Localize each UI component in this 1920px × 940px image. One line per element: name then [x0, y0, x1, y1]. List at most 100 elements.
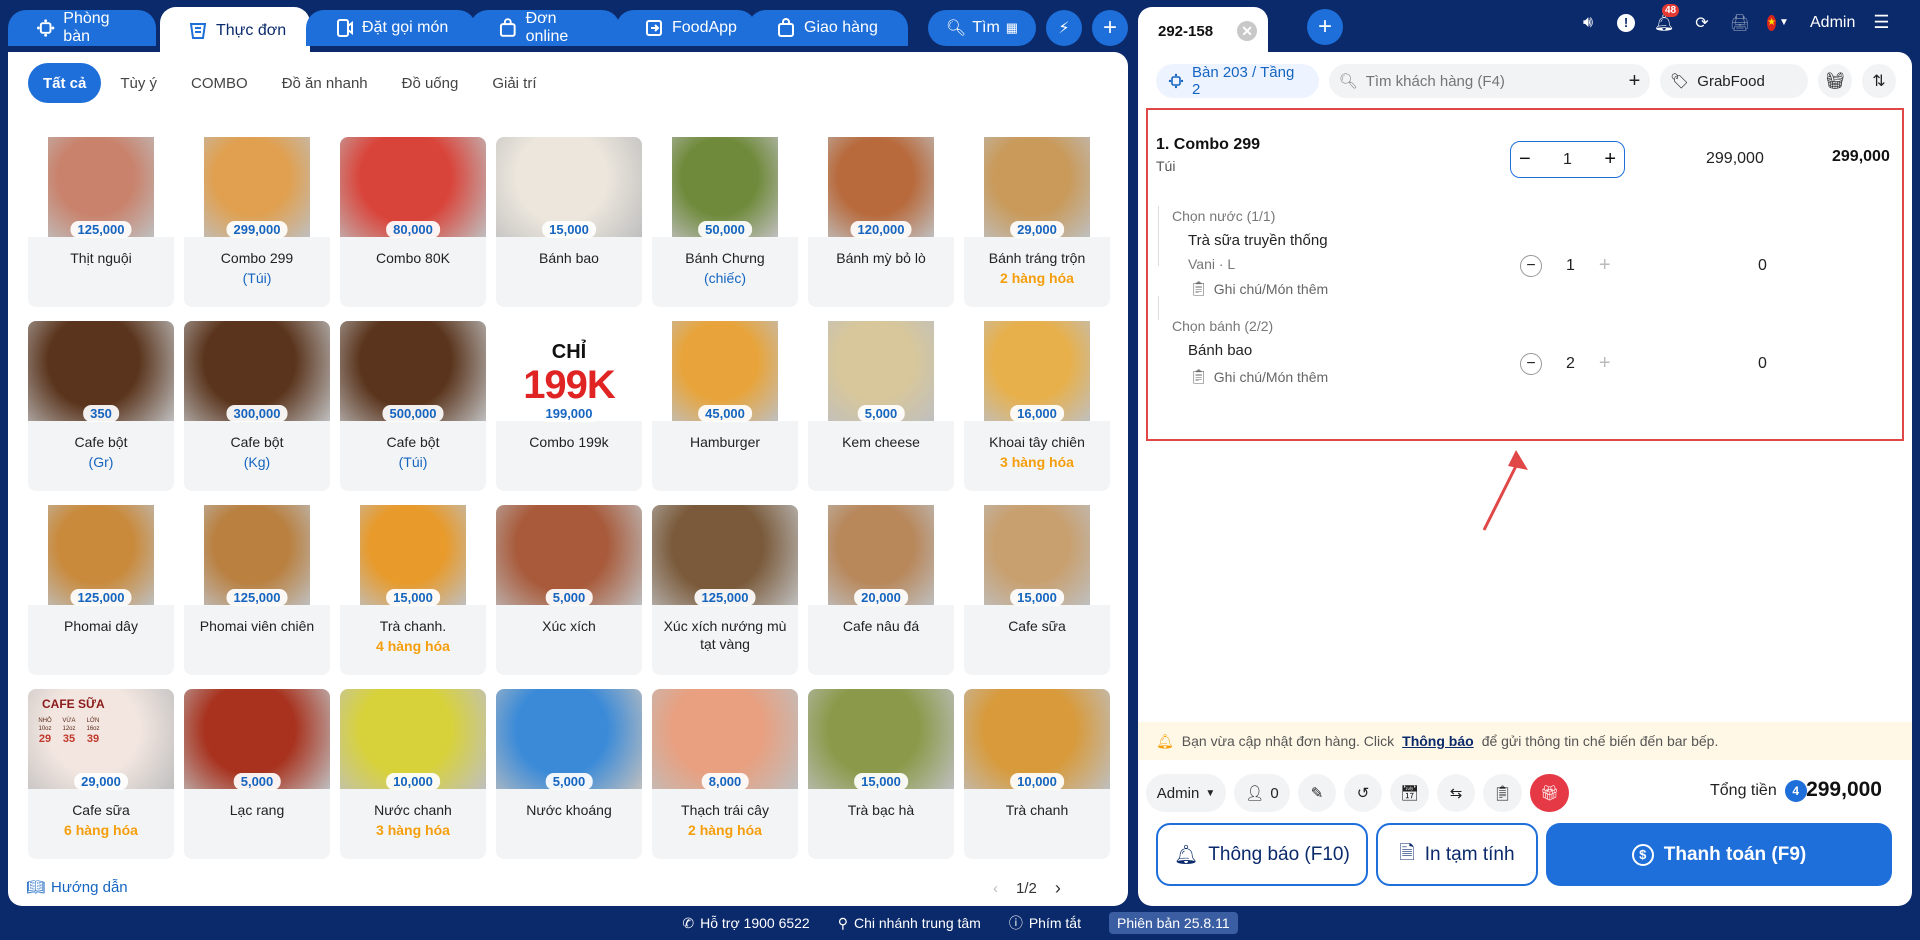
option-quantity[interactable]: 2 [1566, 355, 1575, 373]
add-customer-icon[interactable]: + [1629, 70, 1641, 93]
staff-selector[interactable]: Admin ▼ [1146, 774, 1226, 812]
sync-icon[interactable]: ⟳ [1692, 13, 1712, 33]
category-do-uong[interactable]: Đồ uống [387, 63, 474, 103]
option-quantity[interactable]: 1 [1566, 257, 1575, 275]
product-card[interactable]: 29,000 Bánh tráng trộn 2 hàng hóa [964, 137, 1110, 307]
guest-count-button[interactable]: 👤︎ 0 [1234, 774, 1290, 812]
plus-icon[interactable]: + [1604, 148, 1616, 171]
quick-sale-button[interactable]: ⚡︎ [1046, 10, 1082, 46]
plus-icon[interactable]: + [1599, 352, 1611, 375]
product-card[interactable]: 16,000 Khoai tây chiên 3 hàng hóa [964, 321, 1110, 491]
minus-icon[interactable]: − [1519, 148, 1531, 171]
clipboard-icon: 📋︎ [1493, 785, 1513, 802]
guide-link[interactable]: 📖︎ Hướng dẫn [26, 878, 128, 897]
tab-don-online[interactable]: Đơn online [470, 10, 620, 46]
product-card[interactable]: 80,000 Combo 80K [340, 137, 486, 307]
order-line-unit[interactable]: Túi [1156, 158, 1175, 174]
tab-label: Phòng bàn [63, 10, 110, 45]
product-card[interactable]: CAFE SỮA NHỎ 10oz 29 VỪA 12oz 35 LỚN 16oz 39 29,00… [28, 689, 174, 859]
notice-link[interactable]: Thông báo [1402, 733, 1474, 749]
product-card[interactable]: 20,000 Cafe nâu đá [808, 505, 954, 675]
line-unit-price[interactable]: 299,000 [1706, 150, 1764, 168]
calendar-button[interactable]: 📅︎ [1390, 774, 1430, 812]
flag-vietnam-icon[interactable]: ★ ▼ [1767, 13, 1789, 33]
tab-foodapp[interactable]: FoodApp [616, 10, 756, 46]
product-card[interactable]: 5,000 Kem cheese [808, 321, 954, 491]
basket-button[interactable]: 🧺︎ [1818, 64, 1853, 98]
sort-button[interactable]: ⇅ [1862, 64, 1896, 98]
order-line-name[interactable]: 1. Combo 299 [1156, 136, 1260, 154]
minus-icon[interactable]: − [1520, 352, 1542, 375]
print-bill-button[interactable]: 🗎︎ In tạm tính [1376, 823, 1538, 886]
hamburger-menu-icon[interactable]: ☰ [1873, 12, 1889, 33]
next-page-icon[interactable]: › [1055, 878, 1061, 899]
split-icon: ⇆ [1449, 785, 1463, 802]
user-name[interactable]: Admin [1810, 14, 1855, 32]
product-card[interactable]: 125,000 Phomai dây [28, 505, 174, 675]
clipboard-button[interactable]: 📋︎ [1483, 774, 1523, 812]
tab-thuc-don[interactable]: Thực đơn [160, 7, 310, 55]
pay-button[interactable]: $ Thanh toán (F9) [1546, 823, 1892, 886]
product-card[interactable]: 15,000 Bánh bao [496, 137, 642, 307]
quantity-value[interactable]: 1 [1563, 151, 1572, 169]
option-amount: 0 [1758, 355, 1767, 372]
category-tuy-y[interactable]: Tùy ý [105, 63, 172, 103]
product-card[interactable]: 120,000 Bánh mỳ bỏ lò [808, 137, 954, 307]
product-card[interactable]: CHỈ 199K 199,000 Combo 199k [496, 321, 642, 491]
prev-page-icon[interactable]: ‹ [993, 880, 998, 897]
add-button[interactable]: + [1092, 10, 1128, 46]
product-card[interactable]: 5,000 Lạc rang [184, 689, 330, 859]
tab-phong-ban[interactable]: Phòng bàn [8, 10, 156, 46]
product-card[interactable]: 45,000 Hamburger [652, 321, 798, 491]
product-card[interactable]: 10,000 Nước chanh 3 hàng hóa [340, 689, 486, 859]
product-card[interactable]: 5,000 Nước khoáng [496, 689, 642, 859]
guest-icon: 👤︎ [1245, 785, 1265, 802]
volume-icon[interactable]: 🔊︎ [1578, 13, 1598, 33]
product-card[interactable]: 350 Cafe bột (Gr) [28, 321, 174, 491]
support-link[interactable]: ✆ Hỗ trợ 1900 6522 [682, 915, 809, 932]
edit-button[interactable]: ✎ [1298, 774, 1336, 812]
table-selector[interactable]: Bàn 203 / Tầng 2 [1156, 64, 1319, 98]
product-card[interactable]: 125,000 Phomai viên chiên [184, 505, 330, 675]
order-tab[interactable]: 292-158 ✕ [1138, 7, 1268, 55]
product-card[interactable]: 50,000 Bánh Chưng (chiếc) [652, 137, 798, 307]
category-tat-ca[interactable]: Tất cả [28, 63, 102, 103]
minus-icon[interactable]: − [1520, 254, 1542, 277]
product-price: 125,000 [70, 589, 132, 606]
top-search-button[interactable]: 🔍︎ Tìm ▦ [928, 10, 1036, 46]
split-order-button[interactable]: ⇆ [1437, 774, 1476, 812]
bell-icon[interactable]: 🔔︎ 48 [1654, 3, 1680, 33]
product-card[interactable]: 15,000 Cafe sữa [964, 505, 1110, 675]
customer-search-input[interactable] [1365, 72, 1621, 90]
product-card[interactable]: 500,000 Cafe bột (Túi) [340, 321, 486, 491]
option-note-link[interactable]: 📋︎ Ghi chú/Món thêm [1190, 280, 1328, 297]
category-combo[interactable]: COMBO [176, 63, 263, 103]
tab-dat-goi-mon[interactable]: Đặt gọi món [306, 10, 476, 46]
product-card[interactable]: 15,000 Trà bạc hà [808, 689, 954, 859]
order-source-selector[interactable]: 🏷︎ GrabFood [1660, 64, 1809, 98]
notify-kitchen-button[interactable]: 🔔︎ Thông báo (F10) [1156, 823, 1368, 886]
alert-icon[interactable]: ! [1616, 13, 1636, 33]
option-note-link[interactable]: 📋︎ Ghi chú/Món thêm [1190, 368, 1328, 385]
product-card[interactable]: 15,000 Trà chanh. 4 hàng hóa [340, 505, 486, 675]
product-card[interactable]: 8,000 Thạch trái cây 2 hàng hóa [652, 689, 798, 859]
tab-giao-hang[interactable]: Giao hàng [748, 10, 908, 46]
product-card[interactable]: 299,000 Combo 299 (Túi) [184, 137, 330, 307]
category-giai-tri[interactable]: Giải trí [477, 63, 551, 103]
close-icon[interactable]: ✕ [1237, 21, 1258, 41]
history-button[interactable]: ↺ [1344, 774, 1382, 812]
product-variant-count: 4 hàng hóa [376, 638, 450, 654]
product-card[interactable]: 125,000 Thịt nguội [28, 137, 174, 307]
add-order-button[interactable]: + [1307, 9, 1343, 45]
category-do-an-nhanh[interactable]: Đồ ăn nhanh [267, 63, 383, 103]
promotion-button[interactable]: 🎁︎ [1530, 774, 1570, 812]
branch-link[interactable]: ⚲ Chi nhánh trung tâm [838, 915, 981, 932]
plus-icon[interactable]: + [1599, 254, 1611, 277]
top-tab-bar: Phòng bàn Thực đơn Đặt gọi món Đơn onlin… [0, 0, 1130, 55]
product-card[interactable]: 10,000 Trà chanh [964, 689, 1110, 859]
product-card[interactable]: 300,000 Cafe bột (Kg) [184, 321, 330, 491]
shortcuts-link[interactable]: ⓘ Phím tắt [1009, 913, 1081, 933]
product-card[interactable]: 5,000 Xúc xích [496, 505, 642, 675]
product-card[interactable]: 125,000 Xúc xích nướng mù tạt vàng [652, 505, 798, 675]
printer-icon[interactable]: 🖨︎ [1730, 13, 1750, 33]
